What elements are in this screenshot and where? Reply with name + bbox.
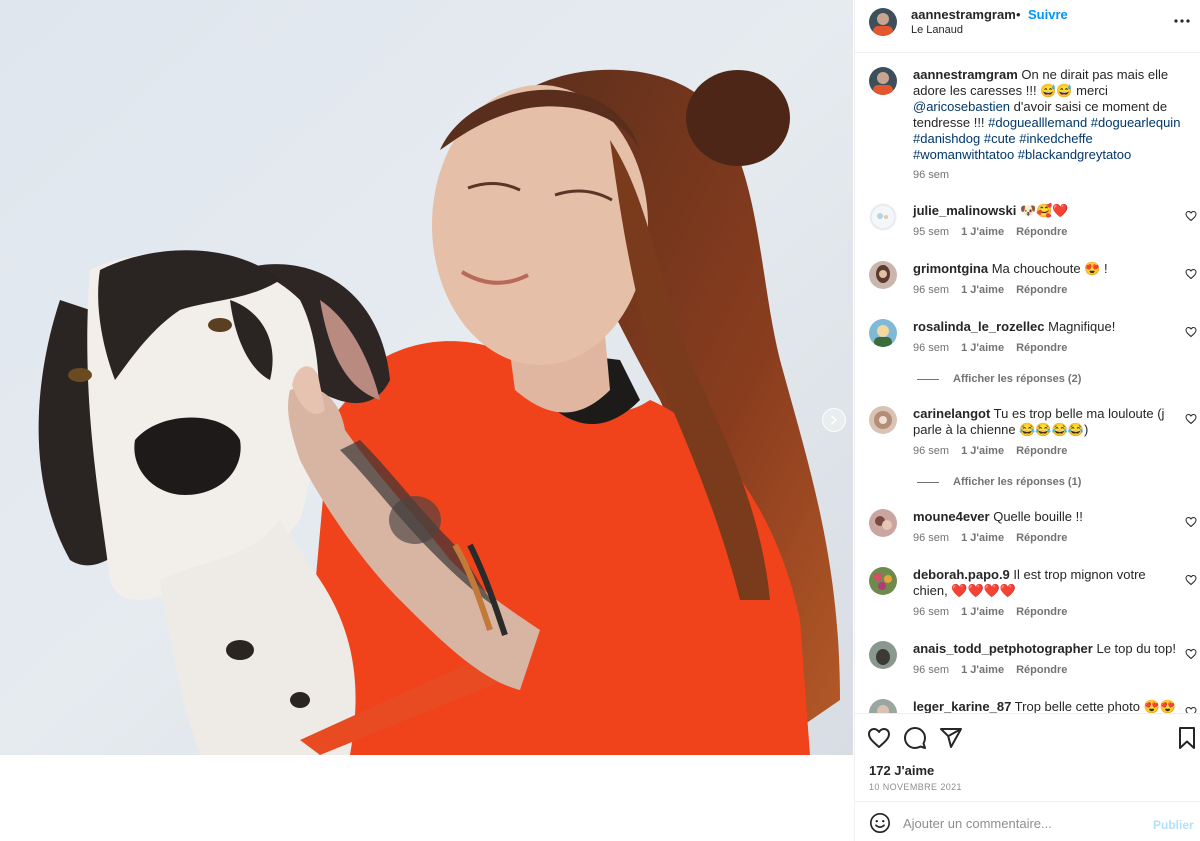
reply-button[interactable]: Répondre (1016, 284, 1067, 296)
comment-body: Quelle bouille !! (989, 509, 1083, 524)
comment-time: 96 sem (913, 342, 950, 354)
post-actions: 172 J'aime 10 NOVEMBRE 2021 (855, 713, 1200, 801)
emoji-icon[interactable] (869, 812, 891, 834)
comment-meta: 96 sem 1 J'aime Répondre (913, 664, 1067, 676)
comment-text: deborah.papo.9 Il est trop mignon votre … (913, 567, 1181, 599)
comment-username[interactable]: rosalinda_le_rozellec (913, 319, 1045, 334)
next-photo-button[interactable] (822, 408, 846, 432)
reply-button[interactable]: Répondre (1016, 532, 1067, 544)
comment-body: Le top du top! (1092, 641, 1176, 656)
comment-username[interactable]: anais_todd_petphotographer (913, 641, 1093, 656)
comment-text: leger_karine_87 Trop belle cette photo 😍… (913, 699, 1181, 713)
caption-mention[interactable]: @aricosebastien (913, 99, 1010, 114)
avatar[interactable] (869, 699, 897, 713)
comment-meta: 96 sem 1 J'aime Répondre (913, 532, 1067, 544)
heart-icon[interactable] (1185, 574, 1197, 586)
comment-icon[interactable] (903, 726, 927, 750)
avatar[interactable] (869, 319, 897, 347)
caption-time: 96 sem (913, 169, 950, 181)
post-photo (0, 0, 853, 755)
bookmark-icon[interactable] (1175, 726, 1199, 750)
reply-button[interactable]: Répondre (1016, 226, 1067, 238)
avatar[interactable] (869, 406, 897, 434)
post-header: aannestramgram • Suivre Le Lanaud (855, 0, 1200, 53)
view-replies-button[interactable]: Afficher les réponses (2) (917, 373, 1081, 385)
location-link[interactable]: Le Lanaud (911, 24, 963, 36)
caption-text: aannestramgram On ne dirait pas mais ell… (913, 67, 1181, 163)
comment-text: grimontgina Ma chouchoute 😍 ! (913, 261, 1181, 277)
post-view: aannestramgram • Suivre Le Lanaud aannes… (0, 0, 1200, 841)
comment-body: Ma chouchoute 😍 ! (988, 261, 1108, 276)
comment-meta: 96 sem 1 J'aime Répondre (913, 445, 1067, 457)
caption-username[interactable]: aannestramgram (913, 67, 1018, 82)
comment-time: 96 sem (913, 606, 950, 618)
chevron-right-icon (831, 415, 838, 425)
view-replies-button[interactable]: Afficher les réponses (1) (917, 476, 1081, 488)
comment-meta: 95 sem 1 J'aime Répondre (913, 226, 1067, 238)
avatar[interactable] (869, 567, 897, 595)
comment-username[interactable]: deborah.papo.9 (913, 567, 1010, 582)
comment-text: moune4ever Quelle bouille !! (913, 509, 1181, 525)
share-icon[interactable] (939, 726, 963, 750)
comment-time: 96 sem (913, 445, 950, 457)
avatar[interactable] (869, 261, 897, 289)
comment-username[interactable]: julie_malinowski (913, 203, 1016, 218)
avatar[interactable] (869, 67, 897, 95)
comment-username[interactable]: grimontgina (913, 261, 988, 276)
comment-input[interactable] (903, 811, 1143, 835)
comment-text: julie_malinowski 🐶🥰❤️ (913, 203, 1181, 219)
heart-icon[interactable] (1185, 413, 1197, 425)
comment-time: 96 sem (913, 664, 950, 676)
heart-icon[interactable] (867, 726, 891, 750)
likes-count[interactable]: 172 J'aime (869, 763, 934, 778)
avatar[interactable] (869, 203, 897, 231)
comment-text: carinelangot Tu es trop belle ma loulout… (913, 406, 1181, 438)
reply-button[interactable]: Répondre (1016, 445, 1067, 457)
comment-username[interactable]: moune4ever (913, 509, 990, 524)
heart-icon[interactable] (1185, 516, 1197, 528)
reply-button[interactable]: Répondre (1016, 664, 1067, 676)
avatar[interactable] (869, 641, 897, 669)
separator-dot: • (1016, 7, 1021, 22)
comment-likes[interactable]: 1 J'aime (961, 445, 1004, 457)
post-photo-container (0, 0, 853, 841)
comment-time: 95 sem (913, 226, 950, 238)
comment-meta: 96 sem 1 J'aime Répondre (913, 606, 1067, 618)
comment-meta: 96 sem 1 J'aime Répondre (913, 284, 1067, 296)
add-comment-bar: Publier (855, 801, 1200, 841)
comment-username[interactable]: leger_karine_87 (913, 699, 1011, 713)
avatar[interactable] (869, 509, 897, 537)
heart-icon[interactable] (1185, 268, 1197, 280)
comment-time: 96 sem (913, 532, 950, 544)
comment-likes[interactable]: 1 J'aime (961, 606, 1004, 618)
comment-likes[interactable]: 1 J'aime (961, 342, 1004, 354)
comment-likes[interactable]: 1 J'aime (961, 226, 1004, 238)
reply-button[interactable]: Répondre (1016, 342, 1067, 354)
heart-icon[interactable] (1185, 648, 1197, 660)
comment-meta: 96 sem 1 J'aime Répondre (913, 342, 1067, 354)
follow-button[interactable]: Suivre (1028, 7, 1068, 22)
comment-body: 🐶🥰❤️ (1016, 203, 1069, 218)
comment-text: anais_todd_petphotographer Le top du top… (913, 641, 1181, 657)
heart-icon[interactable] (1185, 706, 1197, 713)
comment-likes[interactable]: 1 J'aime (961, 284, 1004, 296)
reply-button[interactable]: Répondre (1016, 606, 1067, 618)
heart-icon[interactable] (1185, 326, 1197, 338)
avatar[interactable] (869, 8, 897, 36)
author-username[interactable]: aannestramgram (911, 7, 1016, 22)
comment-username[interactable]: carinelangot (913, 406, 990, 421)
comment-likes[interactable]: 1 J'aime (961, 532, 1004, 544)
publish-button[interactable]: Publier (1153, 818, 1194, 832)
post-date: 10 NOVEMBRE 2021 (869, 782, 962, 792)
heart-icon[interactable] (1185, 210, 1197, 222)
comment-text: rosalinda_le_rozellec Magnifique! (913, 319, 1181, 335)
comment-body: Magnifique! (1044, 319, 1116, 334)
comment-likes[interactable]: 1 J'aime (961, 664, 1004, 676)
comment-time: 96 sem (913, 284, 950, 296)
comment-body: Trop belle cette photo 😍😍 (1011, 699, 1176, 713)
comments-list[interactable]: aannestramgram On ne dirait pas mais ell… (855, 53, 1200, 713)
post-sidebar: aannestramgram • Suivre Le Lanaud aannes… (854, 0, 1200, 841)
more-icon[interactable] (1173, 12, 1191, 30)
